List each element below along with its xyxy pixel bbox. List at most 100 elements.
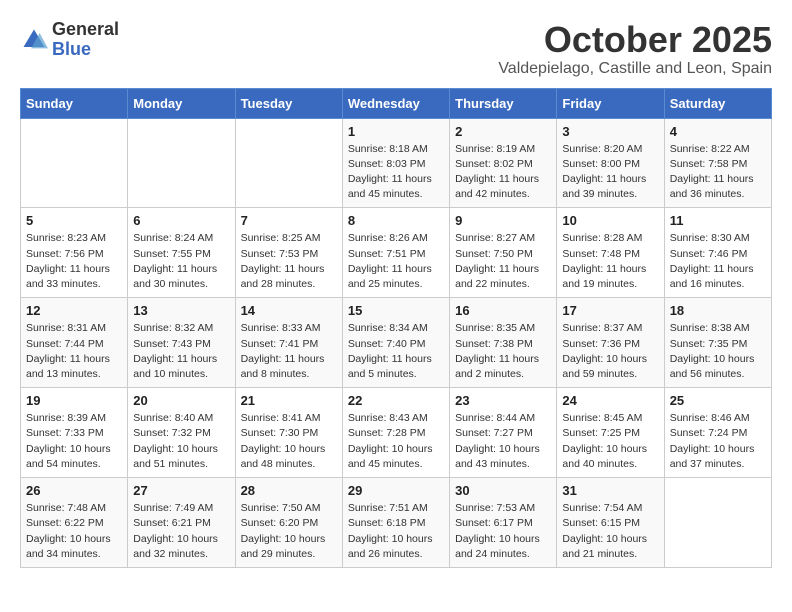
- logo: General Blue: [20, 20, 119, 60]
- day-number: 20: [133, 393, 229, 408]
- calendar-cell: 5 Sunrise: 8:23 AM Sunset: 7:56 PM Daylig…: [21, 208, 128, 298]
- day-info: Sunrise: 7:54 AM Sunset: 6:15 PM Dayligh…: [562, 501, 658, 562]
- day-number: 8: [348, 213, 444, 228]
- day-info: Sunrise: 7:53 AM Sunset: 6:17 PM Dayligh…: [455, 501, 551, 562]
- day-info: Sunrise: 8:34 AM Sunset: 7:40 PM Dayligh…: [348, 321, 444, 382]
- calendar-week-4: 19 Sunrise: 8:39 AM Sunset: 7:33 PM Dayli…: [21, 388, 772, 478]
- day-info: Sunrise: 8:40 AM Sunset: 7:32 PM Dayligh…: [133, 411, 229, 472]
- calendar-cell: 21 Sunrise: 8:41 AM Sunset: 7:30 PM Dayli…: [235, 388, 342, 478]
- weekday-header-tuesday: Tuesday: [235, 88, 342, 118]
- calendar-cell: 13Sunrise: 8:32 AM Sunset: 7:43 PM Dayli…: [128, 298, 235, 388]
- calendar-cell: 4 Sunrise: 8:22 AM Sunset: 7:58 PM Daylig…: [664, 118, 771, 208]
- logo-general: General Blue: [52, 20, 119, 60]
- calendar-cell: 10 Sunrise: 8:28 AM Sunset: 7:48 PM Dayli…: [557, 208, 664, 298]
- day-info: Sunrise: 7:48 AM Sunset: 6:22 PM Dayligh…: [26, 501, 122, 562]
- day-info: Sunrise: 8:38 AM Sunset: 7:35 PM Dayligh…: [670, 321, 766, 382]
- day-number: 28: [241, 483, 337, 498]
- weekday-header-thursday: Thursday: [450, 88, 557, 118]
- day-number: 5: [26, 213, 122, 228]
- day-number: 21: [241, 393, 337, 408]
- day-number: 25: [670, 393, 766, 408]
- day-number: 4: [670, 124, 766, 139]
- calendar-cell: 15Sunrise: 8:34 AM Sunset: 7:40 PM Dayli…: [342, 298, 449, 388]
- day-info: Sunrise: 7:49 AM Sunset: 6:21 PM Dayligh…: [133, 501, 229, 562]
- day-number: 13: [133, 303, 229, 318]
- calendar-cell: [21, 118, 128, 208]
- day-info: Sunrise: 8:18 AM Sunset: 8:03 PM Dayligh…: [348, 142, 444, 203]
- calendar-week-1: 1 Sunrise: 8:18 AM Sunset: 8:03 PM Daylig…: [21, 118, 772, 208]
- day-info: Sunrise: 8:46 AM Sunset: 7:24 PM Dayligh…: [670, 411, 766, 472]
- calendar-cell: 7 Sunrise: 8:25 AM Sunset: 7:53 PM Daylig…: [235, 208, 342, 298]
- calendar-week-5: 26 Sunrise: 7:48 AM Sunset: 6:22 PM Dayli…: [21, 478, 772, 568]
- title-section: October 2025 Valdepielago, Castille and …: [498, 20, 772, 78]
- month-title: October 2025: [498, 20, 772, 60]
- day-number: 6: [133, 213, 229, 228]
- day-info: Sunrise: 7:51 AM Sunset: 6:18 PM Dayligh…: [348, 501, 444, 562]
- day-info: Sunrise: 8:24 AM Sunset: 7:55 PM Dayligh…: [133, 231, 229, 292]
- day-number: 19: [26, 393, 122, 408]
- calendar-cell: [128, 118, 235, 208]
- weekday-header-row: SundayMondayTuesdayWednesdayThursdayFrid…: [21, 88, 772, 118]
- day-number: 30: [455, 483, 551, 498]
- day-number: 9: [455, 213, 551, 228]
- calendar-cell: 30 Sunrise: 7:53 AM Sunset: 6:17 PM Dayli…: [450, 478, 557, 568]
- day-number: 24: [562, 393, 658, 408]
- day-info: Sunrise: 7:50 AM Sunset: 6:20 PM Dayligh…: [241, 501, 337, 562]
- calendar-cell: [664, 478, 771, 568]
- calendar-cell: 2 Sunrise: 8:19 AM Sunset: 8:02 PM Daylig…: [450, 118, 557, 208]
- weekday-header-saturday: Saturday: [664, 88, 771, 118]
- day-number: 10: [562, 213, 658, 228]
- calendar-cell: 9 Sunrise: 8:27 AM Sunset: 7:50 PM Daylig…: [450, 208, 557, 298]
- day-info: Sunrise: 8:35 AM Sunset: 7:38 PM Dayligh…: [455, 321, 551, 382]
- day-info: Sunrise: 8:25 AM Sunset: 7:53 PM Dayligh…: [241, 231, 337, 292]
- calendar-cell: 24Sunrise: 8:45 AM Sunset: 7:25 PM Dayli…: [557, 388, 664, 478]
- calendar-cell: 16 Sunrise: 8:35 AM Sunset: 7:38 PM Dayli…: [450, 298, 557, 388]
- day-info: Sunrise: 8:33 AM Sunset: 7:41 PM Dayligh…: [241, 321, 337, 382]
- day-info: Sunrise: 8:20 AM Sunset: 8:00 PM Dayligh…: [562, 142, 658, 203]
- calendar-cell: 18 Sunrise: 8:38 AM Sunset: 7:35 PM Dayli…: [664, 298, 771, 388]
- calendar-cell: 11Sunrise: 8:30 AM Sunset: 7:46 PM Dayli…: [664, 208, 771, 298]
- calendar-cell: 26 Sunrise: 7:48 AM Sunset: 6:22 PM Dayli…: [21, 478, 128, 568]
- calendar-body: 1 Sunrise: 8:18 AM Sunset: 8:03 PM Daylig…: [21, 118, 772, 567]
- day-number: 17: [562, 303, 658, 318]
- calendar-cell: 14 Sunrise: 8:33 AM Sunset: 7:41 PM Dayli…: [235, 298, 342, 388]
- day-info: Sunrise: 8:39 AM Sunset: 7:33 PM Dayligh…: [26, 411, 122, 472]
- day-number: 1: [348, 124, 444, 139]
- day-number: 14: [241, 303, 337, 318]
- calendar-cell: 1 Sunrise: 8:18 AM Sunset: 8:03 PM Daylig…: [342, 118, 449, 208]
- calendar-cell: 31Sunrise: 7:54 AM Sunset: 6:15 PM Dayli…: [557, 478, 664, 568]
- calendar-cell: 20 Sunrise: 8:40 AM Sunset: 7:32 PM Dayli…: [128, 388, 235, 478]
- logo-icon: [20, 26, 48, 54]
- day-number: 16: [455, 303, 551, 318]
- day-info: Sunrise: 8:43 AM Sunset: 7:28 PM Dayligh…: [348, 411, 444, 472]
- calendar-cell: 25 Sunrise: 8:46 AM Sunset: 7:24 PM Dayli…: [664, 388, 771, 478]
- day-number: 12: [26, 303, 122, 318]
- day-number: 2: [455, 124, 551, 139]
- day-number: 7: [241, 213, 337, 228]
- day-info: Sunrise: 8:27 AM Sunset: 7:50 PM Dayligh…: [455, 231, 551, 292]
- day-info: Sunrise: 8:22 AM Sunset: 7:58 PM Dayligh…: [670, 142, 766, 203]
- weekday-header-wednesday: Wednesday: [342, 88, 449, 118]
- day-info: Sunrise: 8:23 AM Sunset: 7:56 PM Dayligh…: [26, 231, 122, 292]
- day-number: 23: [455, 393, 551, 408]
- calendar-cell: 12 Sunrise: 8:31 AM Sunset: 7:44 PM Dayli…: [21, 298, 128, 388]
- day-info: Sunrise: 8:28 AM Sunset: 7:48 PM Dayligh…: [562, 231, 658, 292]
- calendar-cell: 28 Sunrise: 7:50 AM Sunset: 6:20 PM Dayli…: [235, 478, 342, 568]
- day-info: Sunrise: 8:41 AM Sunset: 7:30 PM Dayligh…: [241, 411, 337, 472]
- calendar-cell: 6 Sunrise: 8:24 AM Sunset: 7:55 PM Daylig…: [128, 208, 235, 298]
- day-number: 18: [670, 303, 766, 318]
- day-number: 3: [562, 124, 658, 139]
- day-info: Sunrise: 8:31 AM Sunset: 7:44 PM Dayligh…: [26, 321, 122, 382]
- day-info: Sunrise: 8:19 AM Sunset: 8:02 PM Dayligh…: [455, 142, 551, 203]
- calendar-cell: 8 Sunrise: 8:26 AM Sunset: 7:51 PM Daylig…: [342, 208, 449, 298]
- day-number: 27: [133, 483, 229, 498]
- day-info: Sunrise: 8:37 AM Sunset: 7:36 PM Dayligh…: [562, 321, 658, 382]
- day-info: Sunrise: 8:30 AM Sunset: 7:46 PM Dayligh…: [670, 231, 766, 292]
- calendar-cell: 22Sunrise: 8:43 AM Sunset: 7:28 PM Dayli…: [342, 388, 449, 478]
- calendar-week-3: 12 Sunrise: 8:31 AM Sunset: 7:44 PM Dayli…: [21, 298, 772, 388]
- calendar-cell: 19 Sunrise: 8:39 AM Sunset: 7:33 PM Dayli…: [21, 388, 128, 478]
- day-info: Sunrise: 8:26 AM Sunset: 7:51 PM Dayligh…: [348, 231, 444, 292]
- calendar-cell: 17 Sunrise: 8:37 AM Sunset: 7:36 PM Dayli…: [557, 298, 664, 388]
- calendar-cell: 29Sunrise: 7:51 AM Sunset: 6:18 PM Dayli…: [342, 478, 449, 568]
- day-number: 26: [26, 483, 122, 498]
